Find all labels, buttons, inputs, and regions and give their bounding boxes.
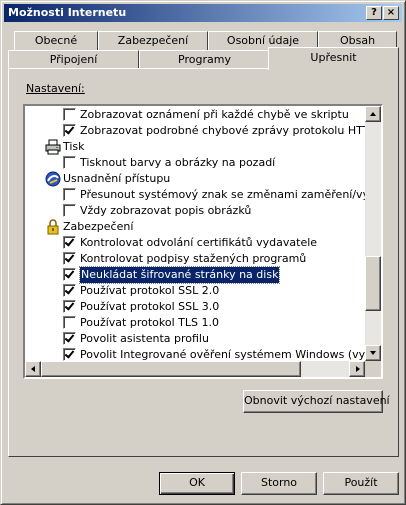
advanced-settings-panel: Nastavení: Zobrazovat oznámení při každé… [8,68,399,457]
printer-icon [45,139,61,155]
ok-button[interactable]: OK [159,472,235,495]
settings-option[interactable]: Kontrolovat odvolání certifikátů vydavat… [25,235,365,251]
apply-button[interactable]: Použít [323,472,399,495]
help-button[interactable]: ? [366,6,382,20]
close-button[interactable]: × [383,6,399,20]
settings-tree-list[interactable]: Zobrazovat oznámení při každé chybě ve s… [23,104,383,379]
settings-option[interactable]: Zobrazovat oznámení při každé chybě ve s… [25,107,365,123]
restore-defaults-label: Obnovit výchozí nastavení [244,394,390,407]
checkbox-checked[interactable] [63,252,76,265]
arrow-right-icon [356,366,360,372]
option-label: Zobrazovat podrobné chybové zprávy proto… [80,124,365,137]
window-title: Možnosti Internetu [8,6,127,19]
settings-option[interactable]: Používat protokol SSL 3.0 [25,299,365,315]
tab-pripojeni[interactable]: Připojení [8,50,139,70]
settings-option[interactable]: Kontrolovat podpisy stažených programů [25,251,365,267]
restore-defaults-button[interactable]: Obnovit výchozí nastavení [243,390,390,413]
tab-upresnit[interactable]: Upřesnit [268,47,399,70]
tab-zabezpeceni[interactable]: Zabezpečení [98,31,208,51]
settings-option[interactable]: Povolit asistenta profilu [25,331,365,347]
settings-option[interactable]: Přesunout systémový znak se změnami zamě… [25,187,365,203]
tab-programy[interactable]: Programy [139,50,270,70]
option-label: Zobrazovat oznámení při každé chybě ve s… [80,108,349,121]
settings-category[interactable]: Zabezpečení [25,219,365,235]
title-bar[interactable]: Možnosti Internetu ? × [4,4,402,22]
option-label: Povolit asistenta profilu [80,332,209,345]
option-label: Neukládat šifrované stránky na disk [78,266,281,284]
settings-tree-viewport: Zobrazovat oznámení při každé chybě ve s… [25,106,365,361]
cancel-button[interactable]: Storno [241,472,317,495]
option-label: Povolit Integrované ověření systémem Win… [80,348,365,361]
settings-label: Nastavení: [26,82,85,95]
checkbox-unchecked[interactable] [63,316,76,329]
settings-option[interactable]: Zobrazovat podrobné chybové zprávy proto… [25,123,365,139]
checkbox-checked[interactable] [63,124,76,137]
option-label: Tisknout barvy a obrázky na pozadí [80,156,276,169]
settings-option[interactable]: Vždy zobrazovat popis obrázků [25,203,365,219]
checkbox-checked[interactable] [63,236,76,249]
lock-icon [45,219,61,235]
category-label: Usnadnění přístupu [63,172,171,185]
dialog-window: Možnosti Internetu ? × Obecné Zabezpečen… [0,0,406,505]
checkbox-checked[interactable] [63,332,76,345]
scroll-right-button[interactable] [349,361,365,377]
checkbox-unchecked[interactable] [63,108,76,121]
option-label: Používat protokol SSL 3.0 [80,300,220,313]
settings-option[interactable]: Tisknout barvy a obrázky na pozadí [25,155,365,171]
arrow-down-icon [370,351,376,355]
accessibility-icon [45,171,61,187]
checkbox-checked[interactable] [63,300,76,313]
scroll-left-button[interactable] [25,361,41,377]
option-label: Vždy zobrazovat popis obrázků [80,204,252,217]
scroll-down-button[interactable] [365,345,381,361]
checkbox-checked[interactable] [63,284,76,297]
horizontal-scrollbar[interactable] [25,361,365,377]
settings-option[interactable]: Používat protokol TLS 1.0 [25,315,365,331]
arrow-left-icon [31,366,35,372]
settings-option[interactable]: Neukládat šifrované stránky na disk [25,266,365,284]
option-label: Kontrolovat odvolání certifikátů vydavat… [80,236,318,249]
settings-category[interactable]: Usnadnění přístupu [25,171,365,187]
tab-obecne[interactable]: Obecné [14,31,98,51]
settings-option[interactable]: Používat protokol SSL 2.0 [25,283,365,299]
settings-category[interactable]: Tisk [25,139,365,155]
category-label: Tisk [63,140,85,153]
scroll-up-button[interactable] [365,106,381,122]
vertical-scrollbar[interactable] [365,106,381,361]
checkbox-unchecked[interactable] [63,204,76,217]
checkbox-unchecked[interactable] [63,156,76,169]
settings-option[interactable]: Povolit Integrované ověření systémem Win… [25,347,365,361]
checkbox-unchecked[interactable] [63,188,76,201]
option-label: Používat protokol TLS 1.0 [80,316,219,329]
option-label: Kontrolovat podpisy stažených programů [80,252,307,265]
horizontal-scroll-thumb[interactable] [41,361,301,377]
arrow-up-icon [370,112,376,116]
scrollbar-corner [365,361,381,377]
category-label: Zabezpečení [63,220,134,233]
checkbox-checked[interactable] [63,348,76,361]
option-label: Používat protokol SSL 2.0 [80,284,220,297]
vertical-scroll-thumb[interactable] [365,256,381,312]
option-label: Přesunout systémový znak se změnami zamě… [80,188,365,201]
checkbox-checked[interactable] [63,268,76,281]
